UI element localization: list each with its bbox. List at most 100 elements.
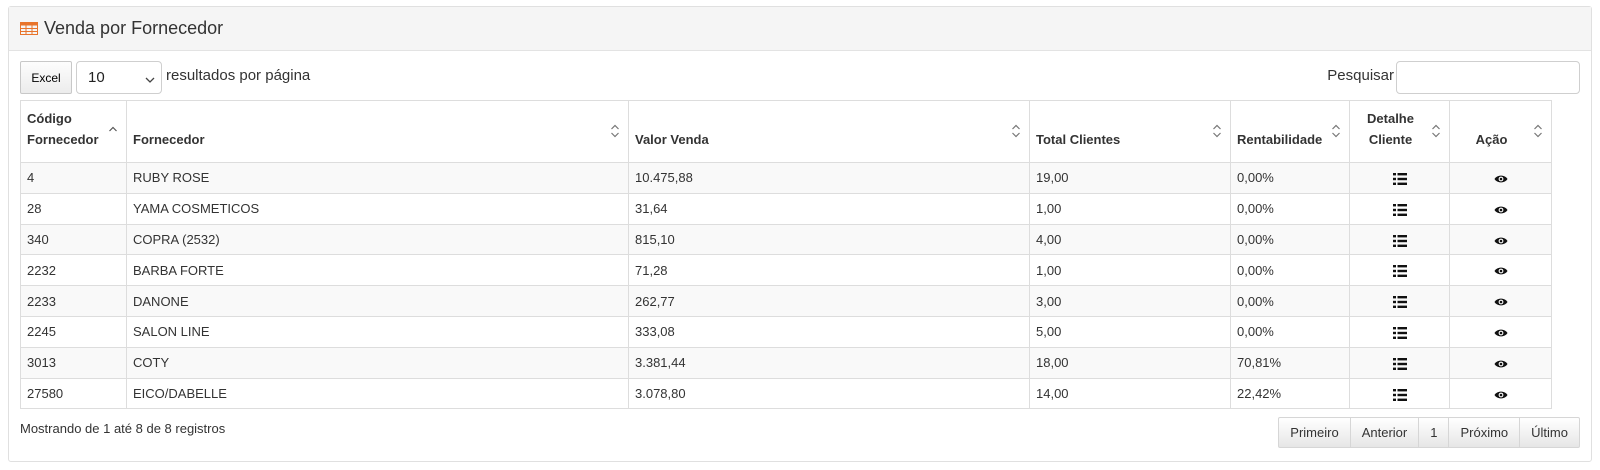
col-header-fornecedor[interactable]: Fornecedor xyxy=(126,100,629,163)
cell-acao xyxy=(1449,192,1552,225)
eye-icon[interactable] xyxy=(1494,324,1508,339)
cell-fornecedor: COPRA (2532) xyxy=(126,223,629,256)
panel-title: Venda por Fornecedor xyxy=(44,18,224,38)
cell-total-clientes: 4,00 xyxy=(1029,223,1231,256)
cell-detalhe-cliente xyxy=(1349,285,1450,317)
cell-acao xyxy=(1449,223,1552,256)
cell-detalhe-cliente xyxy=(1349,254,1450,287)
sort-icon[interactable] xyxy=(610,123,620,138)
col-header-total-clientes[interactable]: Total Clientes xyxy=(1029,100,1231,163)
col-header-rentabilidade[interactable]: Rentabilidade xyxy=(1230,100,1350,163)
col-header-detalhe-cliente[interactable]: Detalhe Cliente xyxy=(1349,100,1450,163)
cell-rentabilidade: 70,81% xyxy=(1230,346,1350,379)
cell-codigo: 2233 xyxy=(20,285,127,317)
excel-export-button[interactable]: Excel xyxy=(20,61,72,94)
col-header-line2: Fornecedor xyxy=(133,132,205,147)
table-row: 2233 DANONE 262,77 3,00 0,00% xyxy=(20,285,1552,317)
eye-icon[interactable] xyxy=(1494,263,1508,278)
cell-codigo: 4 xyxy=(20,162,127,194)
table-row: 28 YAMA COSMETICOS 31,64 1,00 0,00% xyxy=(20,192,1552,225)
sort-icon[interactable] xyxy=(1331,123,1341,138)
search-input[interactable] xyxy=(1396,61,1580,94)
cell-detalhe-cliente xyxy=(1349,162,1450,194)
list-icon[interactable] xyxy=(1392,355,1407,370)
list-icon[interactable] xyxy=(1392,170,1407,185)
pager-last-button[interactable]: Último xyxy=(1519,417,1580,448)
cell-valor-venda: 333,08 xyxy=(628,315,1030,348)
cell-detalhe-cliente xyxy=(1349,192,1450,225)
page-size-select[interactable]: 10 xyxy=(76,61,162,94)
eye-icon[interactable] xyxy=(1494,294,1508,309)
eye-icon[interactable] xyxy=(1494,170,1508,185)
col-header-line2: Total Clientes xyxy=(1036,132,1121,147)
cell-valor-venda: 10.475,88 xyxy=(628,162,1030,194)
table-row: 2232 BARBA FORTE 71,28 1,00 0,00% xyxy=(20,254,1552,287)
cell-total-clientes: 19,00 xyxy=(1029,162,1231,194)
col-header-line2: Cliente xyxy=(1368,132,1413,147)
sort-ascending-icon[interactable] xyxy=(108,123,118,137)
cell-rentabilidade: 0,00% xyxy=(1230,162,1350,194)
records-info: Mostrando de 1 até 8 de 8 registros xyxy=(20,421,226,436)
pager-previous-button[interactable]: Anterior xyxy=(1349,417,1420,448)
pager-page-1-button[interactable]: 1 xyxy=(1418,417,1450,448)
cell-detalhe-cliente xyxy=(1349,346,1450,379)
panel-header: Venda por Fornecedor xyxy=(9,7,1591,51)
cell-codigo: 27580 xyxy=(20,377,127,410)
cell-valor-venda: 31,64 xyxy=(628,192,1030,225)
cell-codigo: 3013 xyxy=(20,346,127,379)
pager-first-button[interactable]: Primeiro xyxy=(1278,417,1351,448)
eye-icon[interactable] xyxy=(1494,386,1508,401)
list-icon[interactable] xyxy=(1392,324,1407,339)
table-row: 3013 COTY 3.381,44 18,00 70,81% xyxy=(20,346,1552,379)
col-header-line2: Valor Venda xyxy=(635,132,709,147)
eye-icon[interactable] xyxy=(1494,232,1508,247)
cell-rentabilidade: 0,00% xyxy=(1230,315,1350,348)
cell-rentabilidade: 0,00% xyxy=(1230,254,1350,287)
cell-rentabilidade: 0,00% xyxy=(1230,285,1350,317)
table-body: 4 RUBY ROSE 10.475,88 19,00 0,00% 28 YAMA COSM… xyxy=(20,162,1552,410)
cell-rentabilidade: 22,42% xyxy=(1230,377,1350,410)
per-page-label: resultados por página xyxy=(166,67,311,84)
col-header-acao[interactable]: Ação xyxy=(1449,100,1552,163)
cell-fornecedor: YAMA COSMETICOS xyxy=(126,192,629,225)
cell-valor-venda: 815,10 xyxy=(628,223,1030,256)
table-row: 340 COPRA (2532) 815,10 4,00 0,00% xyxy=(20,223,1552,256)
supplier-sales-table: Código Fornecedor Fornecedor Valor Venda Tot… xyxy=(20,100,1552,410)
col-header-codigo-fornecedor[interactable]: Código Fornecedor xyxy=(20,100,127,163)
eye-icon[interactable] xyxy=(1494,201,1508,216)
cell-total-clientes: 1,00 xyxy=(1029,254,1231,287)
list-icon[interactable] xyxy=(1392,263,1407,278)
list-icon[interactable] xyxy=(1392,386,1407,401)
col-header-line2: Fornecedor xyxy=(27,132,99,147)
cell-total-clientes: 5,00 xyxy=(1029,315,1231,348)
cell-valor-venda: 262,77 xyxy=(628,285,1030,317)
cell-valor-venda: 3.078,80 xyxy=(628,377,1030,410)
cell-acao xyxy=(1449,315,1552,348)
sort-icon[interactable] xyxy=(1212,123,1222,138)
table-icon xyxy=(20,22,38,35)
cell-fornecedor: BARBA FORTE xyxy=(126,254,629,287)
sort-icon[interactable] xyxy=(1533,123,1543,138)
cell-codigo: 2232 xyxy=(20,254,127,287)
list-icon[interactable] xyxy=(1392,201,1407,216)
table-row: 2245 SALON LINE 333,08 5,00 0,00% xyxy=(20,315,1552,348)
col-header-line1: Código xyxy=(27,111,72,126)
col-header-valor-venda[interactable]: Valor Venda xyxy=(628,100,1030,163)
cell-acao xyxy=(1449,377,1552,410)
cell-detalhe-cliente xyxy=(1349,223,1450,256)
page-size-value: 10 xyxy=(88,69,105,86)
cell-valor-venda: 3.381,44 xyxy=(628,346,1030,379)
sort-icon[interactable] xyxy=(1431,123,1441,138)
cell-fornecedor: RUBY ROSE xyxy=(126,162,629,194)
pager-next-button[interactable]: Próximo xyxy=(1448,417,1521,448)
cell-acao xyxy=(1449,162,1552,194)
cell-rentabilidade: 0,00% xyxy=(1230,192,1350,225)
cell-fornecedor: SALON LINE xyxy=(126,315,629,348)
col-header-line2: Rentabilidade xyxy=(1237,132,1323,147)
list-icon[interactable] xyxy=(1392,232,1407,247)
cell-acao xyxy=(1449,285,1552,317)
list-icon[interactable] xyxy=(1392,294,1407,309)
sort-icon[interactable] xyxy=(1011,123,1021,138)
cell-total-clientes: 14,00 xyxy=(1029,377,1231,410)
eye-icon[interactable] xyxy=(1494,355,1508,370)
